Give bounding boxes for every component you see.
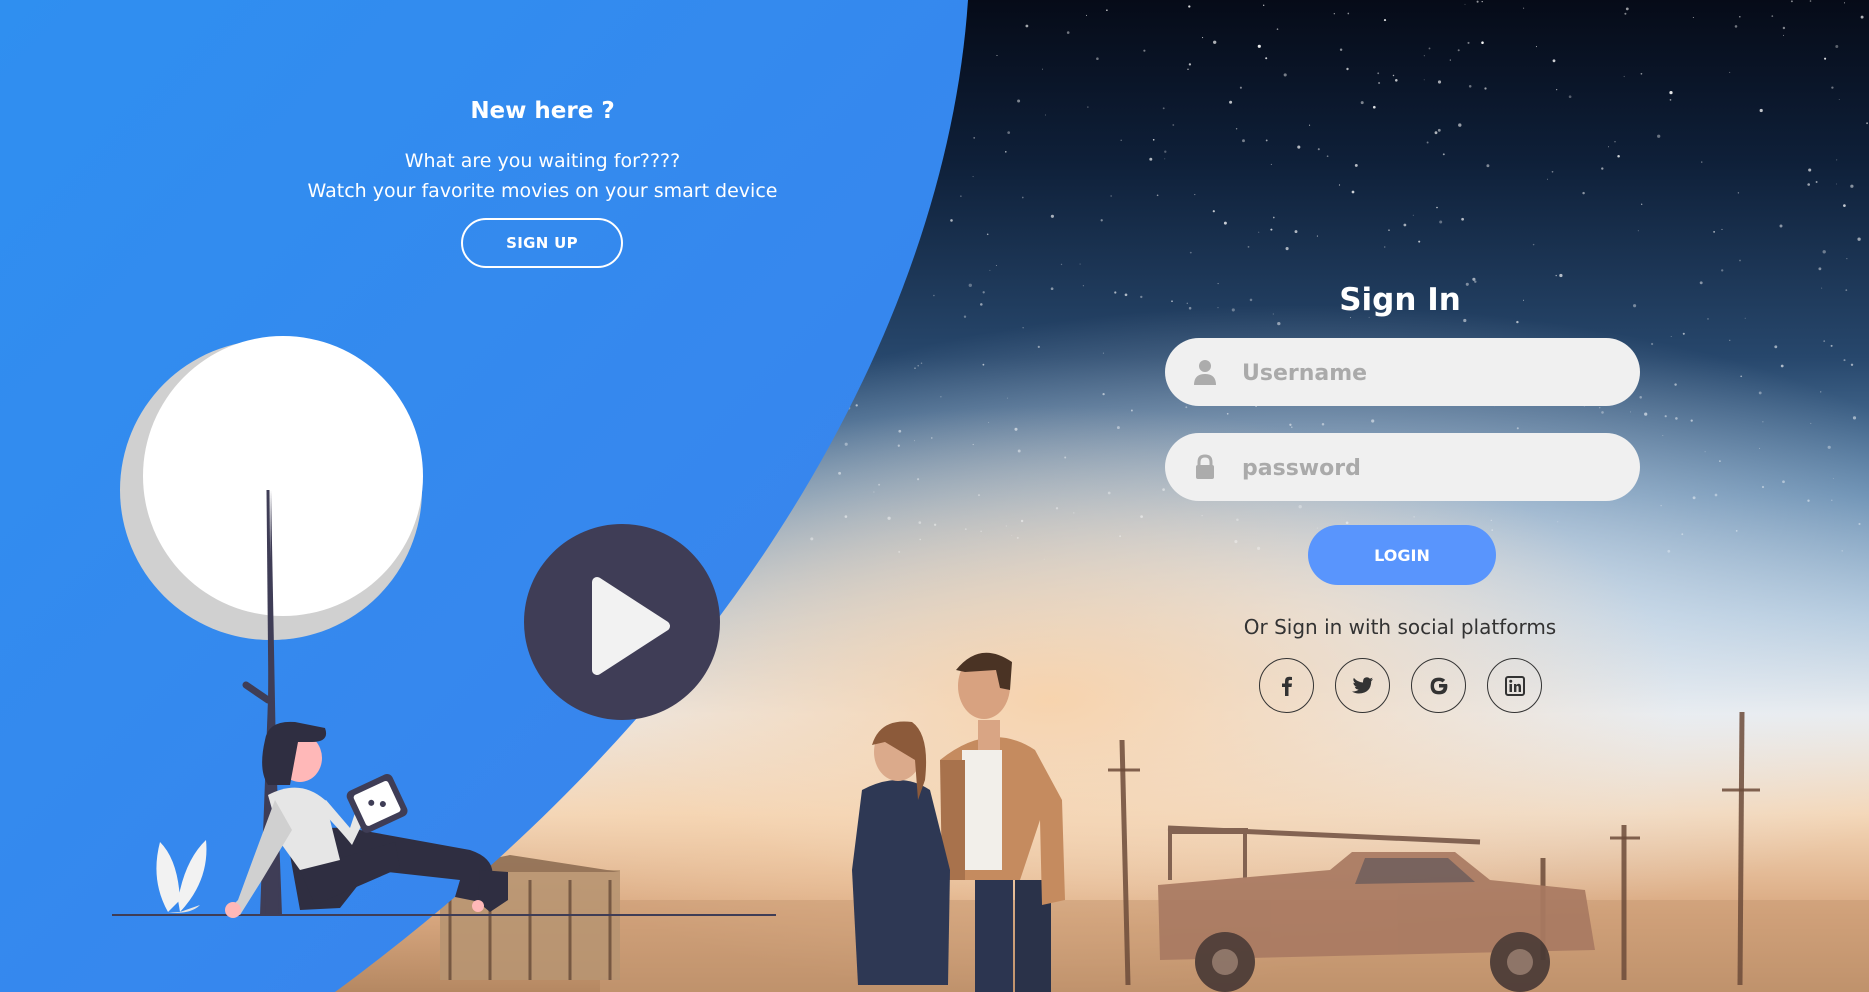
twitter-button[interactable]: [1335, 658, 1390, 713]
social-media-row: [1259, 658, 1549, 718]
twitter-icon: [1351, 676, 1373, 694]
signup-panel: New here ? What are you waiting for???? …: [0, 0, 1085, 320]
username-input[interactable]: [1240, 338, 1624, 408]
panel-description: What are you waiting for???? Watch your …: [0, 146, 1085, 206]
user-icon: [1194, 360, 1216, 385]
sign-in-form: Sign In LOGIN Or Sign in with social pla…: [1160, 270, 1640, 720]
plant-illustration: [156, 840, 207, 913]
facebook-icon: [1281, 676, 1292, 696]
linkedin-icon: [1504, 675, 1525, 696]
lock-icon: [1196, 454, 1214, 479]
login-button[interactable]: LOGIN: [1308, 525, 1496, 585]
linkedin-button[interactable]: [1487, 658, 1542, 713]
google-button[interactable]: [1411, 658, 1466, 713]
sign-up-button[interactable]: SIGN UP: [461, 218, 623, 268]
panel-title: New here ?: [470, 98, 615, 124]
panel-text-line: Watch your favorite movies on your smart…: [307, 180, 778, 202]
panel-text-line: What are you waiting for????: [404, 150, 681, 172]
form-title: Sign In: [1339, 282, 1461, 318]
social-login-text: Or Sign in with social platforms: [1243, 615, 1557, 639]
google-icon: [1430, 677, 1447, 694]
password-field[interactable]: [1165, 433, 1640, 503]
facebook-button[interactable]: [1259, 658, 1314, 713]
password-input[interactable]: [1240, 433, 1624, 503]
play-icon: [524, 524, 720, 720]
username-field[interactable]: [1165, 338, 1640, 408]
login-page: New here ? What are you waiting for???? …: [0, 0, 1869, 992]
